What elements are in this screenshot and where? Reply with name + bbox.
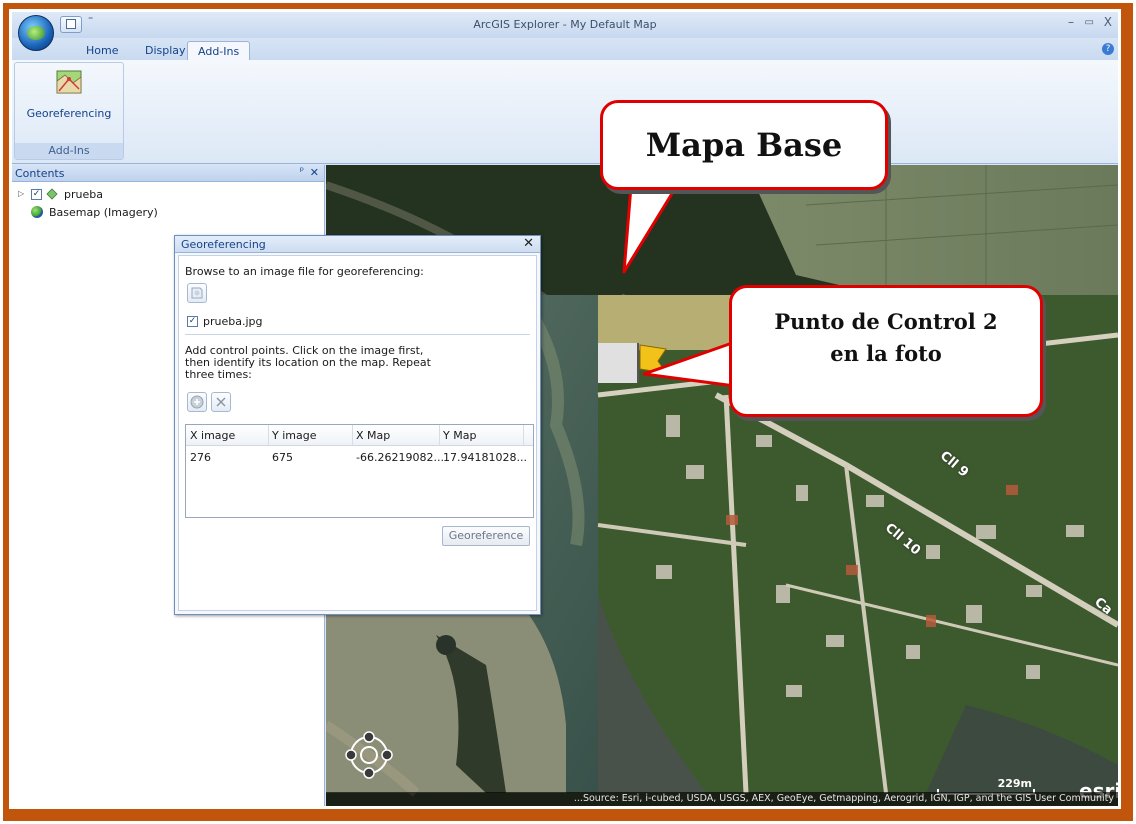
window-title: ArcGIS Explorer - My Default Map — [473, 18, 657, 31]
browse-instruction: Browse to an image file for georeferenci… — [185, 265, 424, 278]
globe-icon — [31, 206, 43, 218]
column-divider — [523, 425, 524, 446]
column-header[interactable]: X Map — [356, 429, 390, 442]
column-divider — [268, 425, 269, 446]
contents-header: Contents ᵖ ✕ — [12, 165, 324, 182]
table-cell: 276 — [190, 451, 211, 464]
georeference-button[interactable]: Georeference — [442, 526, 530, 546]
table-header: X image Y image X Map Y Map — [186, 425, 533, 446]
callout-line-2: en la foto — [830, 341, 942, 366]
georeferencing-icon — [56, 70, 82, 94]
add-point-icon — [190, 395, 204, 409]
layer-checkbox[interactable]: ✓ — [31, 189, 42, 200]
column-header[interactable]: Y Map — [443, 429, 476, 442]
control-points-table: X image Y image X Map Y Map 276 675 -66.… — [185, 424, 534, 518]
dialog-body: Browse to an image file for georeferenci… — [178, 255, 537, 611]
callout-mapa-base: Mapa Base — [600, 100, 888, 190]
browse-icon — [191, 287, 203, 299]
minimize-button[interactable]: – — [1068, 15, 1074, 29]
application-button[interactable] — [18, 15, 54, 51]
map-attribution: ...Source: Esri, i-cubed, USDA, USGS, AE… — [326, 792, 1118, 806]
arcgis-explorer-window: ⁼ ArcGIS Explorer - My Default Map – ▭ X… — [12, 12, 1118, 806]
image-layer-icon — [46, 188, 58, 200]
column-divider — [352, 425, 353, 446]
callout-punto-de-control: Punto de Control 2 en la foto — [729, 285, 1043, 417]
browse-image-button[interactable] — [187, 283, 207, 303]
expand-icon[interactable]: ▷ — [18, 189, 24, 198]
add-control-point-button[interactable] — [187, 392, 207, 412]
restore-button[interactable]: ▭ — [1085, 17, 1094, 28]
separator — [185, 334, 530, 335]
navigation-control-icon[interactable] — [344, 730, 394, 780]
column-header[interactable]: X image — [190, 429, 235, 442]
image-file-checkbox[interactable]: ✓ — [187, 316, 198, 327]
dialog-close-button[interactable]: ✕ — [523, 236, 534, 251]
close-button[interactable]: X — [1104, 15, 1112, 29]
layer-name: Basemap (Imagery) — [49, 206, 158, 219]
dialog-title: Georeferencing — [181, 238, 266, 251]
georeferencing-label: Georeferencing — [26, 107, 112, 120]
column-divider — [439, 425, 440, 446]
table-cell: -66.26219082... — [356, 451, 444, 464]
layer-name: prueba — [64, 188, 103, 201]
tab-add-ins[interactable]: Add-Ins — [187, 41, 251, 60]
callout-tail-punto-control — [642, 340, 737, 388]
delete-icon — [216, 397, 226, 407]
dialog-titlebar: Georeferencing ✕ — [175, 236, 540, 253]
close-pane-icon[interactable]: ✕ — [310, 166, 319, 179]
ribbon-group-add-ins: Georeferencing Add-Ins — [14, 62, 124, 160]
contents-title: Contents — [15, 167, 65, 180]
georeferencing-button[interactable]: Georeferencing — [17, 65, 121, 139]
column-header[interactable]: Y image — [272, 429, 316, 442]
screenshot-container: ⁼ ArcGIS Explorer - My Default Map – ▭ X… — [9, 9, 1121, 809]
layer-row-prueba[interactable]: ▷ ✓ prueba — [12, 186, 212, 204]
callout-line-1: Punto de Control 2 — [774, 309, 998, 334]
pin-icon[interactable]: ᵖ — [300, 166, 304, 177]
scale-label: 229m — [997, 777, 1032, 790]
table-cell: 17.94181028... — [443, 451, 527, 464]
layer-row-basemap[interactable]: Basemap (Imagery) — [12, 204, 212, 222]
ribbon: Georeferencing Add-Ins — [12, 60, 1118, 164]
ribbon-tabs: Home Display Add-Ins ? — [12, 38, 1118, 60]
arcgis-logo-icon — [27, 26, 45, 40]
ribbon-group-label: Add-Ins — [15, 143, 123, 159]
tab-home[interactable]: Home — [76, 41, 128, 60]
image-file-name: prueba.jpg — [203, 315, 263, 328]
help-icon[interactable]: ? — [1102, 43, 1114, 55]
control-points-instruction-3: three times: — [185, 368, 252, 381]
delete-control-point-button[interactable] — [211, 392, 231, 412]
table-cell: 675 — [272, 451, 293, 464]
georeferencing-dialog: Georeferencing ✕ Browse to an image file… — [174, 235, 541, 615]
title-bar: ⁼ ArcGIS Explorer - My Default Map – ▭ X — [12, 12, 1118, 38]
